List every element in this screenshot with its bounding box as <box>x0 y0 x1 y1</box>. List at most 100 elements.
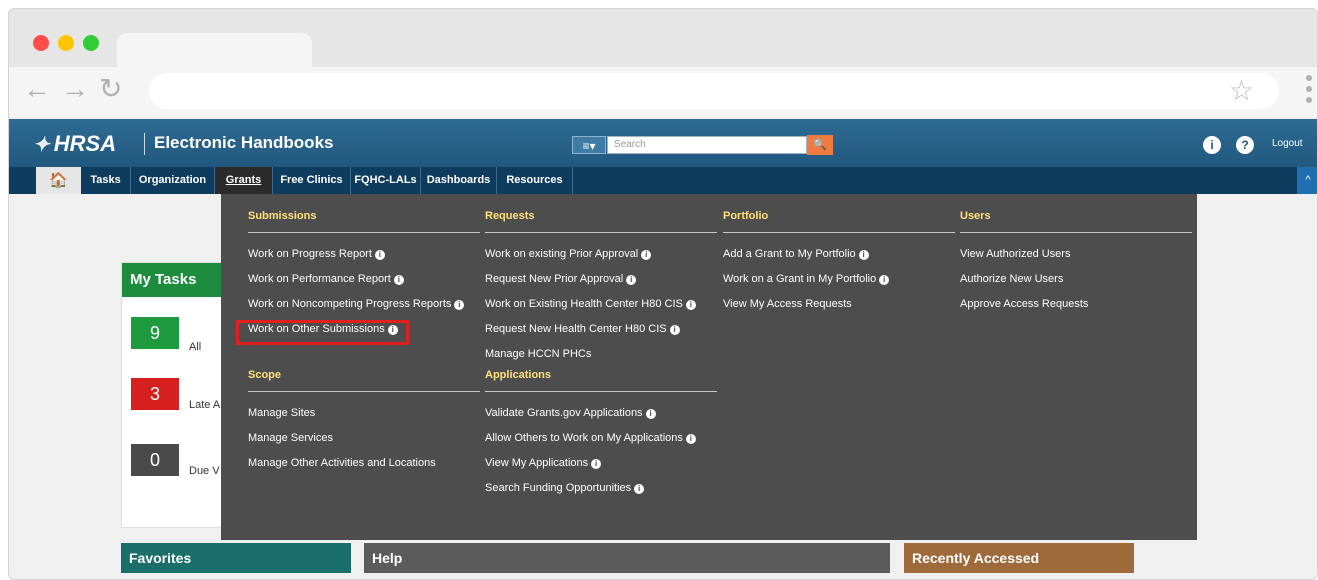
users-heading: Users <box>960 210 1192 233</box>
menu-item-allow-others[interactable]: Allow Others to Work on My Applications i <box>485 431 717 456</box>
menu-item-validate-grants-gov[interactable]: Validate Grants.gov Applications i <box>485 406 717 431</box>
task-count-late[interactable]: 3 <box>131 378 179 410</box>
nav-fqhc-lals[interactable]: FQHC-LALs <box>351 167 421 194</box>
info-icon[interactable]: i <box>626 275 637 285</box>
close-window-icon[interactable] <box>33 35 49 51</box>
back-arrow-icon[interactable]: ← <box>23 75 51 103</box>
menu-item-search-funding[interactable]: Search Funding Opportunities i <box>485 481 717 506</box>
menu-item-manage-other-activities[interactable]: Manage Other Activities and Locations <box>248 456 480 481</box>
scope-heading: Scope <box>248 369 480 392</box>
info-icon[interactable]: i <box>669 325 680 335</box>
nav-home[interactable]: 🏠 <box>36 167 81 194</box>
task-label-all[interactable]: All <box>189 341 201 353</box>
requests-heading: Requests <box>485 210 717 233</box>
menu-item-label: Request New Health Center H80 CIS <box>485 323 667 335</box>
menu-item-work-on-existing-h80-cis[interactable]: Work on Existing Health Center H80 CIS i <box>485 297 717 322</box>
menu-item-label: Add a Grant to My Portfolio <box>723 248 856 260</box>
bookmark-star-icon[interactable]: ☆ <box>1229 77 1254 105</box>
logout-link[interactable]: Logout <box>1272 138 1303 149</box>
info-icon[interactable]: i <box>685 434 696 444</box>
maximize-window-icon[interactable] <box>83 35 99 51</box>
nav-free-clinics[interactable]: Free Clinics <box>273 167 351 194</box>
menu-item-work-on-noncompeting-progress-reports[interactable]: Work on Noncompeting Progress Reports i <box>248 297 480 322</box>
nav-dashboards[interactable]: Dashboards <box>421 167 497 194</box>
main-nav: 🏠 Tasks Organization Grants Free Clinics… <box>9 167 1317 194</box>
task-count-all[interactable]: 9 <box>131 317 179 349</box>
menu-item-view-my-access-requests[interactable]: View My Access Requests <box>723 297 955 322</box>
help-panel-title: Help <box>364 543 890 573</box>
info-icon[interactable]: i <box>645 409 656 419</box>
users-column: Users View Authorized Users Authorize Ne… <box>960 210 1192 322</box>
app-title: Electronic Handbooks <box>154 133 334 152</box>
search-input[interactable]: Search <box>607 136 807 154</box>
menu-item-request-new-h80-cis[interactable]: Request New Health Center H80 CIS i <box>485 322 717 347</box>
info-icon[interactable]: i <box>641 250 652 260</box>
info-icon[interactable]: i <box>393 275 404 285</box>
menu-item-label: Work on a Grant in My Portfolio <box>723 273 877 285</box>
menu-item-work-on-existing-prior-approval[interactable]: Work on existing Prior Approval i <box>485 247 717 272</box>
nav-grants[interactable]: Grants <box>215 167 273 194</box>
address-bar[interactable] <box>149 73 1279 109</box>
submissions-column: Submissions Work on Progress Report i Wor… <box>248 210 480 481</box>
menu-item-view-authorized-users[interactable]: View Authorized Users <box>960 247 1192 272</box>
site-header: ✦ HRSA Electronic Handbooks ≡▾ Search 🔍 … <box>9 119 1317 167</box>
info-icon[interactable]: i <box>879 275 890 285</box>
grants-mega-menu: Submissions Work on Progress Report i Wor… <box>221 194 1197 540</box>
menu-item-label: View My Applications <box>485 457 589 469</box>
search-menu-toggle[interactable]: ≡▾ <box>572 136 606 154</box>
submissions-heading: Submissions <box>248 210 480 233</box>
forward-arrow-icon[interactable]: → <box>61 75 89 103</box>
info-icon[interactable]: i <box>685 300 696 310</box>
menu-item-label: Allow Others to Work on My Applications <box>485 432 683 444</box>
nav-tasks[interactable]: Tasks <box>81 167 131 194</box>
logo-text: HRSA <box>53 131 117 156</box>
nav-organization[interactable]: Organization <box>131 167 215 194</box>
menu-item-work-on-progress-report[interactable]: Work on Progress Report i <box>248 247 480 272</box>
menu-item-label: Work on Performance Report <box>248 273 391 285</box>
hhs-eagle-icon: ✦ <box>33 133 50 156</box>
info-icon[interactable]: i <box>858 250 869 260</box>
info-icon[interactable]: i <box>454 300 465 310</box>
browser-titlebar <box>9 9 1317 69</box>
portfolio-column: Portfolio Add a Grant to My Portfolio i W… <box>723 210 955 322</box>
menu-item-authorize-new-users[interactable]: Authorize New Users <box>960 272 1192 297</box>
menu-item-work-on-grant-in-portfolio[interactable]: Work on a Grant in My Portfolio i <box>723 272 955 297</box>
applications-heading: Applications <box>485 369 717 392</box>
menu-item-manage-services[interactable]: Manage Services <box>248 431 480 456</box>
profile-icon[interactable]: i <box>1203 136 1221 154</box>
nav-resources[interactable]: Resources <box>497 167 573 194</box>
help-icon[interactable]: ? <box>1236 136 1254 154</box>
reload-icon[interactable]: ↻ <box>99 75 122 103</box>
highlight-box <box>236 320 409 345</box>
info-icon[interactable]: i <box>374 250 385 260</box>
browser-tab[interactable] <box>117 33 312 69</box>
logo-divider <box>144 133 145 155</box>
magnifier-icon: 🔍 <box>813 139 827 151</box>
recently-accessed-panel-title: Recently Accessed <box>904 543 1134 573</box>
menu-item-label: Work on Progress Report <box>248 248 372 260</box>
menu-item-label: Work on Existing Health Center H80 CIS <box>485 298 683 310</box>
collapse-nav-icon[interactable]: ^ <box>1297 167 1317 194</box>
minimize-window-icon[interactable] <box>58 35 74 51</box>
task-label-due[interactable]: Due V <box>189 465 220 477</box>
menu-item-work-on-performance-report[interactable]: Work on Performance Report i <box>248 272 480 297</box>
search-button[interactable]: 🔍 <box>807 135 833 155</box>
info-icon[interactable]: i <box>634 484 645 494</box>
home-icon: 🏠 <box>49 172 68 189</box>
task-count-due[interactable]: 0 <box>131 444 179 476</box>
browser-menu-icon[interactable] <box>1306 75 1312 108</box>
task-label-late[interactable]: Late A <box>189 399 220 411</box>
menu-item-label: Work on Noncompeting Progress Reports <box>248 298 452 310</box>
menu-item-approve-access-requests[interactable]: Approve Access Requests <box>960 297 1192 322</box>
requests-column: Requests Work on existing Prior Approval… <box>485 210 717 506</box>
hrsa-logo[interactable]: ✦ HRSA <box>33 129 116 159</box>
menu-item-label: Request New Prior Approval <box>485 273 624 285</box>
menu-item-add-grant-to-portfolio[interactable]: Add a Grant to My Portfolio i <box>723 247 955 272</box>
menu-item-label: Work on existing Prior Approval <box>485 248 639 260</box>
menu-item-view-my-applications[interactable]: View My Applications i <box>485 456 717 481</box>
info-icon[interactable]: i <box>591 459 602 469</box>
menu-item-manage-sites[interactable]: Manage Sites <box>248 406 480 431</box>
portfolio-heading: Portfolio <box>723 210 955 233</box>
browser-window: ← → ↻ ☆ ✦ HRSA Electronic Handbooks ≡▾ S… <box>8 8 1318 580</box>
menu-item-request-new-prior-approval[interactable]: Request New Prior Approval i <box>485 272 717 297</box>
